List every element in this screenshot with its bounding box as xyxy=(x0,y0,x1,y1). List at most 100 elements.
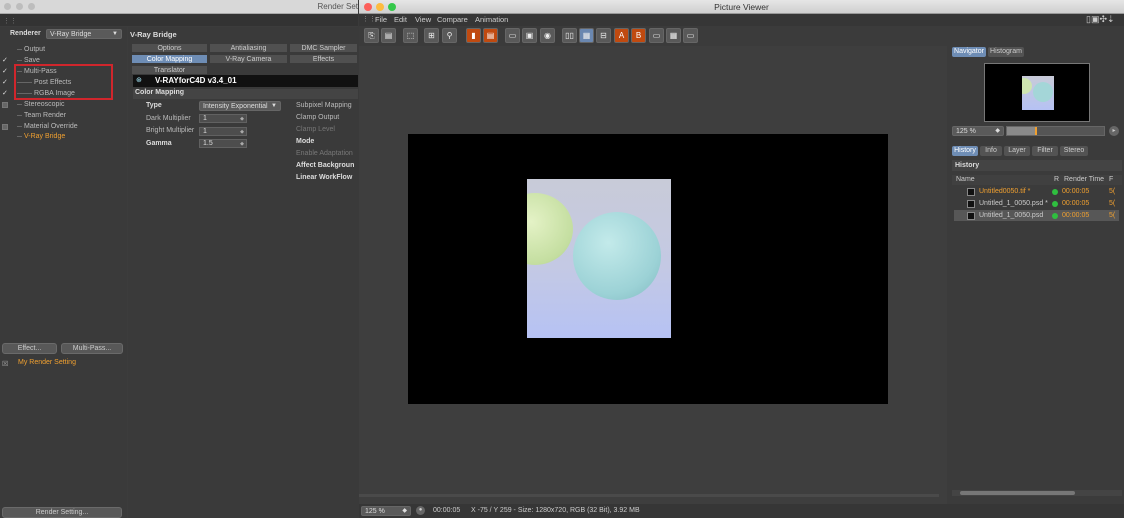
open-icon[interactable]: ⎘ xyxy=(364,28,379,43)
col-f[interactable]: F xyxy=(1109,176,1113,183)
col-render-time[interactable]: Render Time xyxy=(1064,176,1104,183)
menu-compare[interactable]: Compare xyxy=(437,15,468,24)
stepper-icon[interactable]: ◆ xyxy=(240,128,244,136)
rendered-image xyxy=(527,179,671,338)
region-icon[interactable]: ▭ xyxy=(505,28,520,43)
picture-viewer-window: Picture Viewer ⋮⋮ File Edit View Compare… xyxy=(359,0,1124,518)
gamma-field[interactable]: 1.5 ◆ xyxy=(199,139,247,148)
tab-antialiasing[interactable]: Antialiasing xyxy=(209,43,288,53)
tab-effects[interactable]: Effects xyxy=(289,54,358,64)
rgb-icon[interactable]: ◉ xyxy=(540,28,555,43)
tab-color-mapping[interactable]: Color Mapping xyxy=(131,54,208,64)
render-icon[interactable]: ▮ xyxy=(466,28,481,43)
save-icon[interactable]: ▤ xyxy=(381,28,396,43)
render-setting-button[interactable]: Render Setting... xyxy=(2,507,122,518)
tab-v-ray-camera[interactable]: V-Ray Camera xyxy=(209,54,288,64)
tree-line xyxy=(17,115,22,116)
grip-icon[interactable]: ⋮⋮ xyxy=(362,15,376,23)
checkmark-icon[interactable]: ✓ xyxy=(2,77,10,88)
preset-label[interactable]: My Render Setting xyxy=(18,359,76,366)
stepper-icon[interactable]: ◆ xyxy=(240,115,244,123)
history-row[interactable]: Untitled_1_0050.psd 00:00:05 5( xyxy=(954,210,1119,221)
ab-icon[interactable]: ▯▯ xyxy=(562,28,577,43)
tree-line xyxy=(17,60,22,61)
grip-icon[interactable]: ⋮⋮ xyxy=(3,17,17,25)
stop-icon[interactable]: ▭ xyxy=(649,28,664,43)
chevron-down-icon: ◆ xyxy=(402,508,407,514)
status-dot-icon xyxy=(1052,189,1058,195)
history-scrollbar[interactable] xyxy=(952,490,1122,496)
dark-multiplier-field[interactable]: 1 ◆ xyxy=(199,114,247,123)
snapshot-icon[interactable]: ▦ xyxy=(666,28,681,43)
render-region-icon[interactable]: ▤ xyxy=(483,28,498,43)
tab-translator[interactable]: Translator xyxy=(131,65,208,75)
green-sphere xyxy=(527,193,573,265)
tab-stereo[interactable]: Stereo xyxy=(1060,146,1088,156)
zoom-slider-handle[interactable] xyxy=(1035,127,1037,135)
grid-icon[interactable]: ▦ xyxy=(579,28,594,43)
b-icon[interactable]: B xyxy=(631,28,646,43)
history-row[interactable]: Untitled0050.tif * 00:00:05 5( xyxy=(954,186,1119,197)
history-title: History xyxy=(955,162,980,169)
navigator-preview[interactable] xyxy=(984,63,1090,122)
type-select-value: Intensity Exponential xyxy=(203,103,268,110)
type-select[interactable]: Intensity Exponential ▼ xyxy=(199,101,281,111)
chevron-down-icon: ▼ xyxy=(112,31,118,37)
tab-filter[interactable]: Filter xyxy=(1032,146,1058,156)
col-name[interactable]: Name xyxy=(956,176,975,183)
layout-icons[interactable]: ▯▣✣⇣ xyxy=(1086,14,1115,25)
checkmark-icon[interactable]: ✓ xyxy=(2,66,10,77)
status-info: X -75 / Y 259 - Size: 1280x720, RGB (32 … xyxy=(471,507,640,514)
a-icon[interactable]: A xyxy=(614,28,629,43)
picture-viewer-toolbar: ⎘ ▤ ⬚ ⊞ ⚲ ▮ ▤ ▭ ▣ ◉ ▯▯ ▦ ⊟ A B ▭ ▦ ▭ xyxy=(359,26,1124,46)
status-zoom-select[interactable]: 125 % ◆ xyxy=(361,506,411,516)
crop-icon[interactable]: ▣ xyxy=(522,28,537,43)
tab-info[interactable]: Info xyxy=(980,146,1002,156)
tree-item-stereoscopic[interactable]: Stereoscopic xyxy=(0,99,127,110)
bright-multiplier-field[interactable]: 1 ◆ xyxy=(199,127,247,136)
split-icon[interactable]: ⊟ xyxy=(596,28,611,43)
tree-item-v-ray-bridge[interactable]: V-Ray Bridge xyxy=(0,131,127,142)
zoom-select[interactable]: 125 % ◆ xyxy=(952,126,1004,136)
menu-animation[interactable]: Animation xyxy=(475,15,508,24)
menu-view[interactable]: View xyxy=(415,15,431,24)
image-canvas[interactable] xyxy=(359,46,947,504)
zoom-reset-icon[interactable]: ▸ xyxy=(1109,126,1119,136)
tab-history[interactable]: History xyxy=(952,146,978,156)
fit-icon[interactable]: ⊞ xyxy=(424,28,439,43)
export-icon[interactable]: ▭ xyxy=(683,28,698,43)
tab-layer[interactable]: Layer xyxy=(1004,146,1030,156)
tree-item-team-render[interactable]: Team Render xyxy=(0,110,127,121)
history-thumbnail xyxy=(967,200,975,208)
zoom-icon[interactable]: ⚲ xyxy=(442,28,457,43)
tab-navigator[interactable]: Navigator xyxy=(952,47,986,57)
multipass-button[interactable]: Multi-Pass... xyxy=(61,343,123,354)
checkmark-icon[interactable]: ✓ xyxy=(2,55,10,66)
preset-checkbox-icon[interactable]: ☒ xyxy=(2,360,8,368)
status-time: 00:00:05 xyxy=(433,507,461,514)
renderer-select[interactable]: V-Ray Bridge ▼ xyxy=(46,29,122,39)
checkbox-icon[interactable] xyxy=(2,124,8,130)
tab-options[interactable]: Options xyxy=(131,43,208,53)
effect-button[interactable]: Effect... xyxy=(2,343,57,354)
menu-edit[interactable]: Edit xyxy=(394,15,407,24)
window-controls[interactable] xyxy=(4,3,40,12)
history-scroll-thumb[interactable] xyxy=(960,491,1075,495)
menu-file[interactable]: File xyxy=(375,15,387,24)
col-r[interactable]: R xyxy=(1054,176,1059,183)
mode-label: Mode xyxy=(296,138,315,145)
history-row[interactable]: Untitled_1_0050.psd * 00:00:05 5( xyxy=(954,198,1119,209)
checkmark-icon[interactable]: ✓ xyxy=(2,88,10,99)
subpixel-label: Subpixel Mapping xyxy=(296,102,352,109)
stepper-icon[interactable]: ◆ xyxy=(240,140,244,148)
render-settings-menubar: ⋮⋮ xyxy=(0,14,358,26)
pan-icon[interactable]: ⬚ xyxy=(403,28,418,43)
play-icon[interactable]: ● xyxy=(416,506,425,515)
picture-viewer-titlebar: Picture Viewer xyxy=(359,0,1124,14)
tab-histogram[interactable]: Histogram xyxy=(988,47,1024,57)
tree-item-output[interactable]: Output xyxy=(0,44,127,55)
horizontal-scrollbar[interactable] xyxy=(359,494,939,497)
checkbox-icon[interactable] xyxy=(2,102,8,108)
tab-dmc-sampler[interactable]: DMC Sampler xyxy=(289,43,358,53)
zoom-slider[interactable] xyxy=(1006,126,1105,136)
